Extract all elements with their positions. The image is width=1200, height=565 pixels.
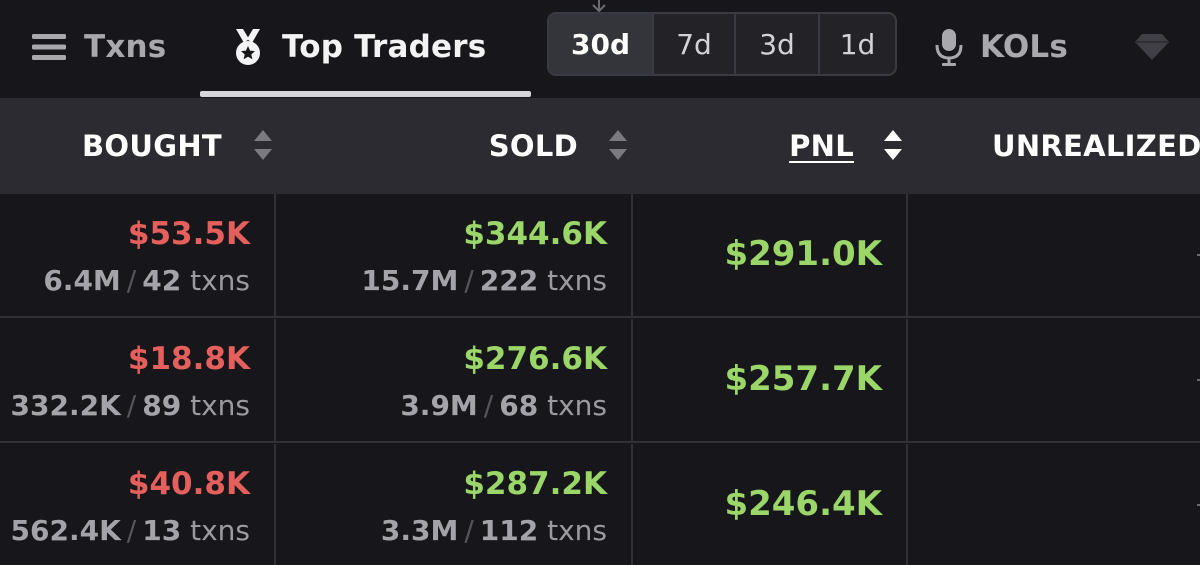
sold-detail: 3.3M/112 txns xyxy=(380,514,607,547)
period-filter: 30d 7d 3d 1d xyxy=(547,12,897,76)
period-1d-button[interactable]: 1d xyxy=(820,14,895,74)
bought-tokens: 332.2K xyxy=(10,389,121,422)
bought-usd: $53.5K xyxy=(127,216,250,252)
txns-suffix: txns xyxy=(547,389,607,422)
txns-suffix: txns xyxy=(190,514,250,547)
sold-cell: $287.2K 3.3M/112 txns xyxy=(276,444,633,565)
bought-detail: 562.4K/13 txns xyxy=(10,514,250,547)
column-header-bought-label: BOUGHT xyxy=(82,129,222,163)
column-header-unrealized[interactable]: UNREALIZED xyxy=(992,98,1200,194)
tab-kols-label: KOLs xyxy=(980,29,1068,65)
diamond-icon xyxy=(1134,32,1170,66)
sold-tokens: 3.9M xyxy=(400,389,478,422)
column-header-pnl-label: PNL xyxy=(789,129,854,163)
bought-txns-count: 42 xyxy=(142,264,182,297)
pnl-cell: $246.4K xyxy=(633,444,908,565)
sold-cell: $344.6K 15.7M/222 txns xyxy=(276,194,633,316)
sort-icon-active[interactable] xyxy=(882,128,904,166)
bought-tokens: 562.4K xyxy=(10,514,121,547)
unrealized-cell xyxy=(908,444,1200,565)
bought-detail: 332.2K/89 txns xyxy=(10,389,250,422)
sold-txns-count: 112 xyxy=(479,514,539,547)
sold-cell: $276.6K 3.9M/68 txns xyxy=(276,319,633,441)
sold-usd: $344.6K xyxy=(463,216,607,252)
sold-usd: $276.6K xyxy=(463,341,607,377)
period-7d-button[interactable]: 7d xyxy=(654,14,736,74)
column-header-unrealized-label: UNREALIZED xyxy=(992,129,1200,163)
top-tab-bar: Txns Top Traders 30d 7d 3d 1d KOLs xyxy=(0,0,1200,98)
txns-suffix: txns xyxy=(547,514,607,547)
sold-tokens: 3.3M xyxy=(380,514,459,547)
table-row[interactable]: $18.8K 332.2K/89 txns $276.6K 3.9M/68 tx… xyxy=(0,319,1200,443)
column-header-bought[interactable]: BOUGHT xyxy=(82,98,222,194)
sold-detail: 15.7M/222 txns xyxy=(361,264,607,297)
tab-top-traders-label: Top Traders xyxy=(282,29,487,65)
bought-cell: $40.8K 562.4K/13 txns xyxy=(0,444,276,565)
pnl-value: $246.4K xyxy=(724,484,882,524)
microphone-icon xyxy=(934,27,964,71)
column-header-pnl[interactable]: PNL xyxy=(789,98,854,194)
pnl-value: $257.7K xyxy=(724,359,882,399)
txns-suffix: txns xyxy=(547,264,607,297)
table-row[interactable]: $53.5K 6.4M/42 txns $344.6K 15.7M/222 tx… xyxy=(0,194,1200,318)
txns-suffix: txns xyxy=(190,264,250,297)
bought-cell: $53.5K 6.4M/42 txns xyxy=(0,194,276,316)
sold-usd: $287.2K xyxy=(463,466,607,502)
sold-txns-count: 68 xyxy=(499,389,539,422)
table-header: BOUGHT SOLD PNL UNREALIZED xyxy=(0,98,1200,194)
txns-suffix: txns xyxy=(190,389,250,422)
medal-icon xyxy=(230,27,266,71)
tab-gem[interactable] xyxy=(1134,0,1170,98)
tab-kols[interactable]: KOLs xyxy=(934,0,1068,98)
tab-txns-label: Txns xyxy=(84,29,167,65)
bought-cell: $18.8K 332.2K/89 txns xyxy=(0,319,276,441)
list-icon xyxy=(32,32,68,66)
period-3d-button[interactable]: 3d xyxy=(736,14,820,74)
unrealized-cell xyxy=(908,194,1200,316)
bought-detail: 6.4M/42 txns xyxy=(43,264,250,297)
sold-txns-count: 222 xyxy=(479,264,539,297)
bought-txns-count: 13 xyxy=(142,514,182,547)
bought-tokens: 6.4M xyxy=(43,264,121,297)
bought-usd: $40.8K xyxy=(127,466,250,502)
sold-detail: 3.9M/68 txns xyxy=(400,389,607,422)
pnl-cell: $291.0K xyxy=(633,194,908,316)
table-body: $53.5K 6.4M/42 txns $344.6K 15.7M/222 tx… xyxy=(0,194,1200,565)
tab-txns[interactable]: Txns xyxy=(32,0,166,98)
active-tab-indicator xyxy=(200,91,531,97)
period-30d-button[interactable]: 30d xyxy=(549,14,654,74)
bought-txns-count: 89 xyxy=(142,389,182,422)
column-header-sold[interactable]: SOLD xyxy=(489,98,578,194)
pnl-value: $291.0K xyxy=(724,234,882,274)
tab-top-traders[interactable]: Top Traders xyxy=(230,0,486,98)
unrealized-cell xyxy=(908,319,1200,441)
bought-usd: $18.8K xyxy=(127,341,250,377)
sold-tokens: 15.7M xyxy=(361,264,459,297)
sort-icon[interactable] xyxy=(252,128,274,166)
column-header-sold-label: SOLD xyxy=(488,129,578,163)
pnl-cell: $257.7K xyxy=(633,319,908,441)
table-row[interactable]: $40.8K 562.4K/13 txns $287.2K 3.3M/112 t… xyxy=(0,444,1200,565)
sort-icon[interactable] xyxy=(607,128,629,166)
